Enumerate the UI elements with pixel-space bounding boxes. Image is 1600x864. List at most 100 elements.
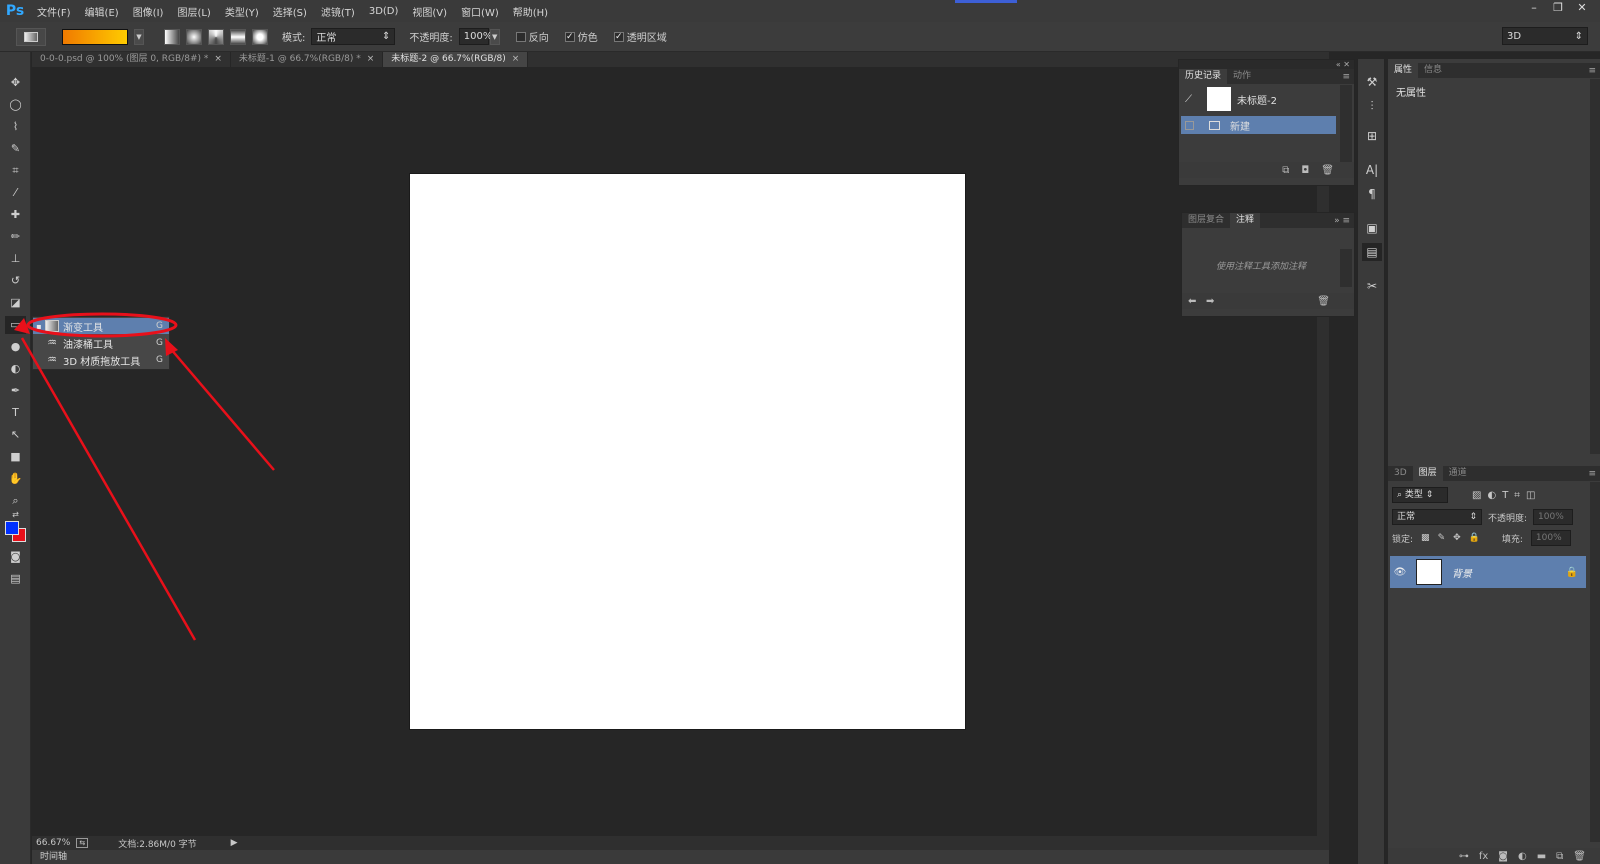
opacity-field[interactable]: 100% (458, 28, 492, 45)
unchecked-box-icon[interactable] (1185, 120, 1194, 130)
dodge-tool-icon[interactable]: ◐ (5, 360, 26, 378)
tab-notes[interactable]: 注释 (1230, 213, 1261, 228)
opacity-dropdown-icon[interactable]: ▼ (489, 28, 500, 45)
tab-document-1[interactable]: 0-0-0.psd @ 100% (图层 0, RGB/8#) * × (32, 52, 231, 67)
brush-presets-icon[interactable]: ⚒ (1362, 73, 1382, 91)
tab-layers[interactable]: 图层 (1412, 466, 1443, 481)
radial-gradient-icon[interactable] (186, 28, 202, 45)
tool-preset-picker[interactable] (16, 27, 46, 46)
move-tool-icon[interactable]: ✥ (5, 74, 26, 92)
crop-tool-icon[interactable]: ⌗ (5, 162, 26, 180)
tab-3d[interactable]: 3D (1388, 466, 1413, 481)
foreground-color-swatch[interactable] (5, 521, 19, 535)
add-mask-icon[interactable]: ◙ (1498, 851, 1508, 862)
arrow-right-icon[interactable]: ➡ (1206, 296, 1214, 307)
link-layers-icon[interactable]: ⊶ (1459, 851, 1469, 862)
linear-gradient-icon[interactable] (164, 28, 180, 45)
lock-image-icon[interactable]: ✎ (1438, 533, 1446, 543)
new-layer-icon[interactable]: ⧉ (1556, 851, 1563, 862)
document-canvas[interactable] (410, 174, 965, 729)
hand-tool-icon[interactable]: ✋ (5, 470, 26, 488)
rectangle-tool-icon[interactable]: ■ (5, 448, 26, 466)
close-icon[interactable]: ✕ (1570, 0, 1594, 16)
layer-opacity-field[interactable]: 100% (1533, 509, 1574, 525)
menu-image[interactable]: 图像(I) (126, 4, 171, 19)
brush-tool-icon[interactable]: ✏ (5, 228, 26, 246)
layer-style-icon[interactable]: fx (1479, 851, 1488, 862)
filter-type-icon[interactable]: T (1502, 490, 1508, 501)
menu-file[interactable]: 文件(F) (30, 4, 78, 19)
panel-menu-icon[interactable]: » ≡ (1334, 216, 1350, 226)
properties-scrollbar[interactable] (1590, 79, 1600, 454)
mode-select[interactable]: 正常 ⇕ (311, 28, 396, 45)
layer-comps-icon[interactable]: ▣ (1362, 219, 1382, 237)
gradient-tool-icon[interactable]: ▭ (5, 316, 26, 334)
eye-icon[interactable]: 👁 (1390, 567, 1410, 578)
healing-brush-tool-icon[interactable]: ✚ (5, 206, 26, 224)
flyout-item-gradient[interactable]: ▪ 渐变工具 G (33, 318, 169, 334)
type-tool-icon[interactable]: T (5, 404, 26, 422)
eyedropper-tool-icon[interactable]: ⁄ (5, 184, 26, 202)
pen-tool-icon[interactable]: ✒ (5, 382, 26, 400)
fill-field[interactable]: 100% (1530, 530, 1571, 546)
brush-settings-icon[interactable]: ⫶ (1362, 97, 1382, 115)
quick-select-tool-icon[interactable]: ✎ (5, 140, 26, 158)
clone-stamp-tool-icon[interactable]: ⊥ (5, 250, 26, 268)
marquee-tool-icon[interactable]: ◯ (5, 96, 26, 114)
history-brush-tool-icon[interactable]: ↺ (5, 272, 26, 290)
tab-layer-comps[interactable]: 图层复合 (1182, 213, 1230, 228)
tab-document-3[interactable]: 未标题-2 @ 66.7%(RGB/8) × (383, 52, 529, 67)
close-icon[interactable]: × (367, 54, 375, 64)
trash-icon[interactable]: 🗑 (1317, 296, 1330, 307)
zoom-tool-icon[interactable]: ⌕ (5, 492, 26, 510)
workspace-select[interactable]: 3D ⇕ (1502, 27, 1588, 45)
lock-transparent-icon[interactable]: ▩ (1421, 533, 1430, 543)
close-icon[interactable]: × (512, 54, 520, 64)
eraser-tool-icon[interactable]: ◪ (5, 294, 26, 312)
camera-icon[interactable]: ◘ (1301, 165, 1309, 176)
arrow-left-icon[interactable]: ⬅ (1188, 296, 1196, 307)
blend-mode-select[interactable]: 正常 ⇕ (1392, 509, 1482, 525)
notes-scrollbar[interactable] (1340, 249, 1352, 287)
trash-icon[interactable]: 🗑 (1321, 165, 1334, 176)
layer-row-background[interactable]: 👁 背景 🔒 (1390, 556, 1586, 588)
play-icon[interactable]: ▶ (231, 838, 238, 848)
menu-filter[interactable]: 滤镜(T) (314, 4, 362, 19)
layer-filter-select[interactable]: ⌕ 类型 ⇕ (1392, 487, 1448, 503)
menu-type[interactable]: 类型(Y) (218, 4, 266, 19)
history-snapshot[interactable]: ⟋ 未标题-2 (1181, 85, 1336, 113)
menu-window[interactable]: 窗口(W) (454, 4, 506, 19)
tool-presets-icon[interactable]: ✂ (1362, 277, 1382, 295)
new-group-icon[interactable]: ▬ (1537, 851, 1546, 862)
filter-smart-object-icon[interactable]: ◫ (1526, 490, 1535, 501)
trash-icon[interactable]: 🗑 (1573, 851, 1586, 862)
status-share-icon[interactable]: ⇆ (76, 838, 89, 848)
notes-icon[interactable]: ▤ (1362, 243, 1382, 261)
screen-mode-icon[interactable]: ▤ (5, 570, 26, 588)
reverse-checkbox[interactable]: 反向 (515, 29, 549, 44)
tab-info[interactable]: 信息 (1418, 63, 1448, 78)
blur-tool-icon[interactable]: ● (5, 338, 26, 356)
angle-gradient-icon[interactable] (208, 28, 224, 45)
zoom-level[interactable]: 66.67% (36, 838, 70, 848)
tab-history[interactable]: 历史记录 (1179, 69, 1228, 84)
menu-view[interactable]: 视图(V) (405, 4, 454, 19)
timeline-panel-tab[interactable]: 时间轴 (32, 850, 1329, 864)
character-icon[interactable]: A| (1362, 161, 1382, 179)
lasso-tool-icon[interactable]: ⌇ (5, 118, 26, 136)
filter-pixel-icon[interactable]: ▨ (1472, 490, 1481, 501)
close-icon[interactable]: × (214, 54, 222, 64)
flyout-item-3d-material-drop[interactable]: ♒ 3D 材质拖放工具 G (33, 352, 169, 368)
panel-menu-icon[interactable]: ≡ (1588, 469, 1596, 479)
clone-source-icon[interactable]: ⊞ (1362, 127, 1382, 145)
history-scrollbar[interactable] (1340, 85, 1352, 163)
menu-select[interactable]: 选择(S) (266, 4, 314, 19)
tab-actions[interactable]: 动作 (1227, 69, 1257, 84)
lock-position-icon[interactable]: ✥ (1453, 533, 1461, 543)
flyout-item-paint-bucket[interactable]: ♒ 油漆桶工具 G (33, 335, 169, 351)
tab-document-2[interactable]: 未标题-1 @ 66.7%(RGB/8) * × (231, 52, 384, 67)
swap-colors-icon[interactable]: ⇄ (5, 510, 26, 520)
panel-menu-icon[interactable]: ≡ (1588, 66, 1596, 76)
menu-layer[interactable]: 图层(L) (170, 4, 217, 19)
tab-channels[interactable]: 通道 (1443, 466, 1473, 481)
